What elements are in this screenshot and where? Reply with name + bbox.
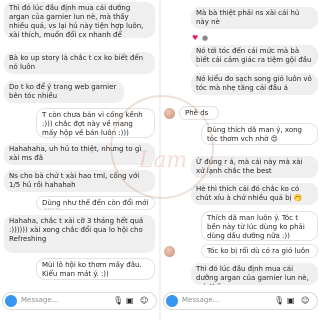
heart-icon: ♥ [192,34,199,42]
message-in: T còn chưa bán vì cống kềnh :))) chắc đợ… [36,108,155,138]
message-out: Mà bà thiệt phải ns xài cái hủ này nè [191,7,318,29]
camera-icon[interactable] [5,295,17,307]
left-chat-panel: Thì đó lúc đầu định mua cái dưỡng argan … [0,0,159,320]
image-icon[interactable]: ▣ [287,296,295,306]
sticker-icon[interactable]: ☺ [301,296,309,306]
message-in: Mùi lô hội ko thơm mấy đâu. Kiểu man mát… [36,258,155,280]
microphone-icon[interactable]: 🎙 [113,296,123,306]
message-input[interactable]: Message... 🎙 ▣ ☺ [2,292,157,310]
message-placeholder: Message... [21,296,59,304]
message-in: Thích dã man luôn ý. Tóc t bền này từ lú… [201,211,318,241]
right-chat-panel: Mà bà thiệt phải ns xài cái hủ này nè ♥ … [161,0,320,320]
message-in: Dùng như thế đến còn đổi mới :)))))) [36,196,155,210]
message-in: Phê ds [179,106,219,120]
message-out: Ừ đúng r á, mà cái này mà xài xứ lạnh ch… [191,156,318,178]
message-out: Hahahaha, uh hủ to thiệt, nhưng to gì xà… [4,143,155,165]
sticker-icon[interactable]: ☺ [140,296,148,306]
camera-icon[interactable] [166,295,178,307]
avatar [164,108,175,119]
message-out: Hè thì thích cái đó chắc ko có chút xíu … [191,183,318,205]
message-out: Thì đó lúc đầu định mua cái dưỡng argan … [191,263,318,285]
image-icon[interactable]: ▣ [126,296,134,306]
message-out: Nó kiểu đo sạch song gió luôn vô tóc mà … [191,73,318,95]
message-in: Tóc ko bị rối dù có ra gió luôn [201,244,318,258]
avatar [164,246,175,257]
microphone-icon[interactable]: 🎙 [274,296,284,306]
message-out: Ns cho bà chứ t xài hao tml, cống với 1/… [4,170,155,192]
reaction-dot-icon: ● [202,34,209,42]
message-out: Thì đó lúc đầu định mua cái dưỡng argan … [4,2,155,38]
message-placeholder: Message... [182,296,220,304]
message-out: Nó tới tóc đến cái mức mà bà biết cái cả… [191,45,318,67]
message-out: Bà ko up story là chắc t cx ko biết đến … [4,52,155,74]
message-input[interactable]: Message... 🎙 ▣ ☺ [163,292,318,310]
message-out: Do t ko để ý trang web garnier bên tóc n… [4,81,124,103]
message-in: Dùng thích dã man ý, xong tóc thơm vch n… [201,123,318,145]
message-out: Hahaha, chắc t xài cỡ 3 tháng hết quá :)… [4,215,155,253]
